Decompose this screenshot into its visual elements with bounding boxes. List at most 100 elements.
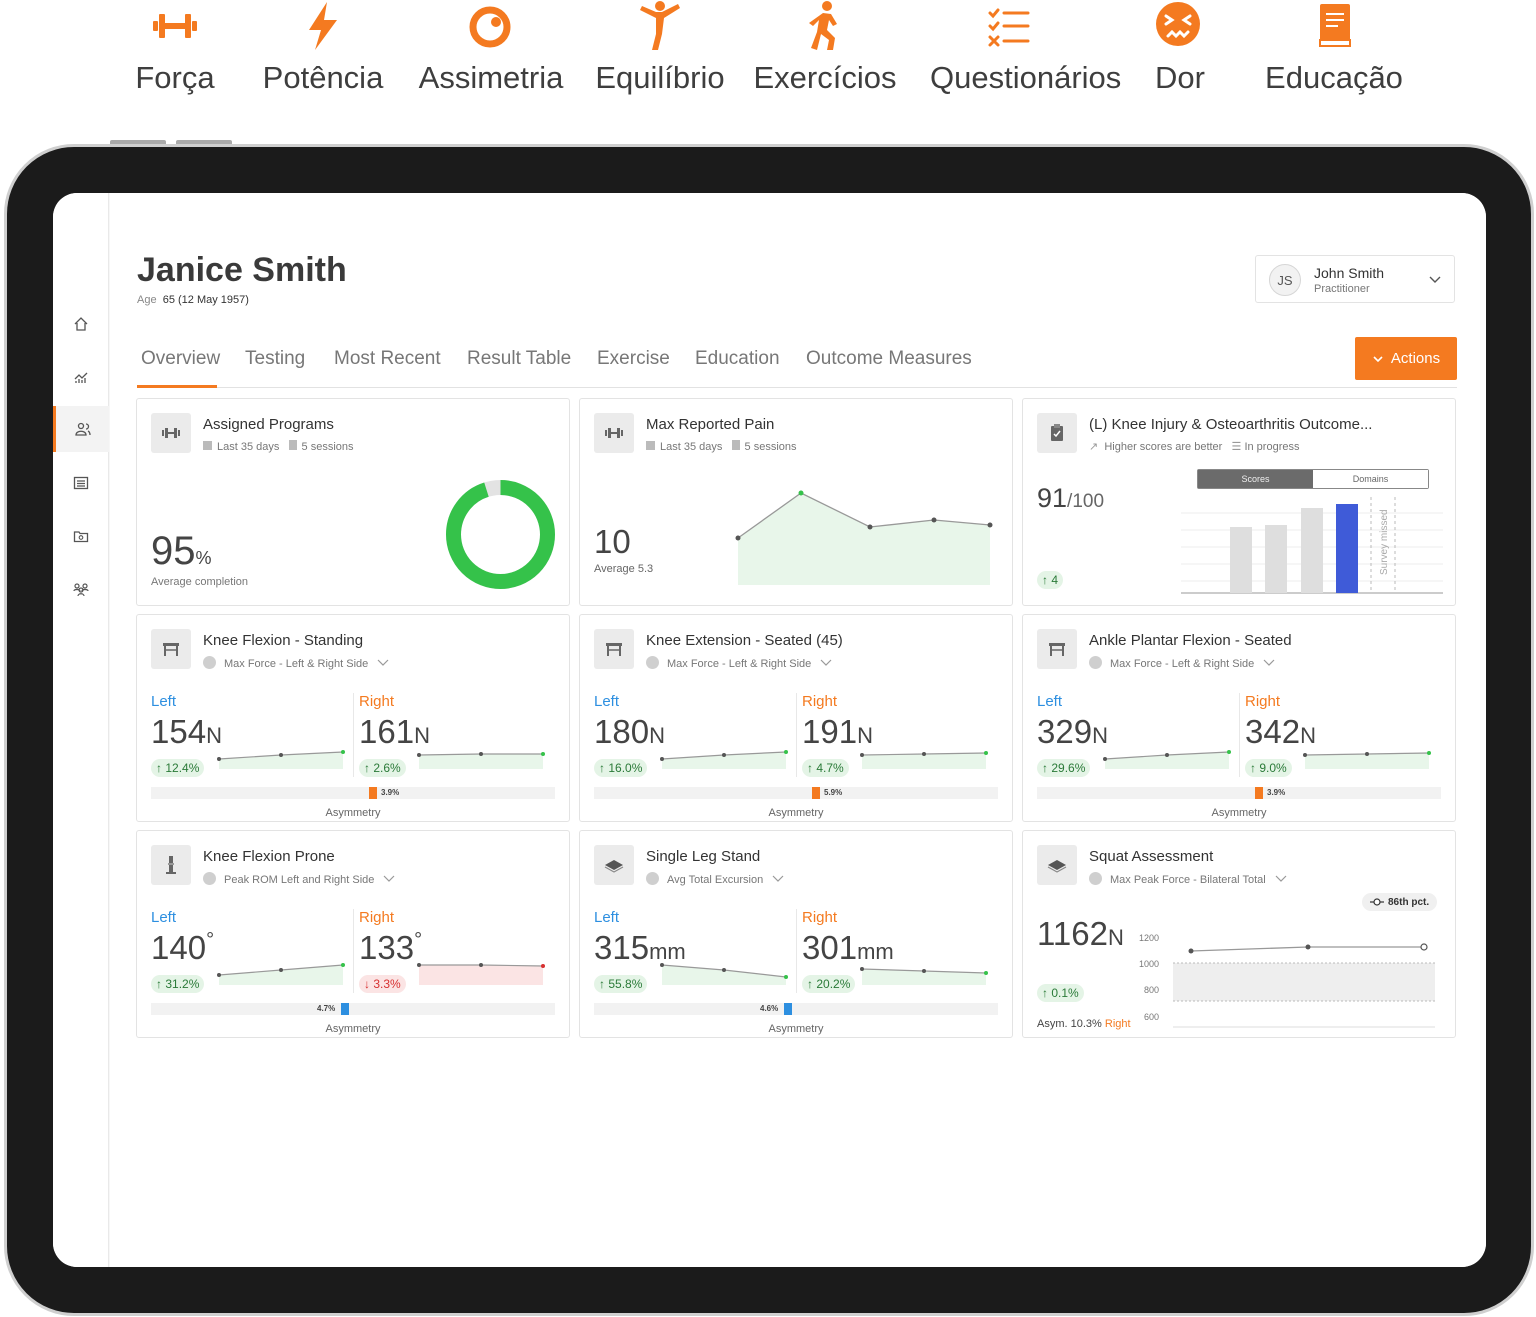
left-label: Left	[1037, 693, 1063, 710]
chevron-down-icon[interactable]	[820, 657, 832, 667]
sparkline-area	[419, 754, 543, 769]
tab-outcome-measures[interactable]: Outcome Measures	[806, 348, 972, 388]
card-test-3[interactable]: Ankle Plantar Flexion - Seated Max Force…	[1022, 614, 1456, 822]
completion-donut	[446, 480, 555, 589]
asymmetry-icon	[469, 6, 511, 48]
dumbbell-icon	[605, 428, 623, 438]
sidebar-item-team[interactable]	[53, 566, 109, 612]
tab-overview[interactable]: Overview	[137, 348, 220, 388]
card-subtitle: Peak ROM Left and Right Side	[203, 872, 395, 886]
right-number: 301	[802, 929, 858, 966]
right-delta-value: 2.6%	[373, 761, 401, 775]
asymmetry-track: 5.9%	[594, 787, 998, 799]
chevron-down-icon[interactable]	[1275, 873, 1287, 883]
right-sparkline	[417, 752, 545, 769]
sidebar	[53, 193, 109, 1267]
actions-button[interactable]: Actions	[1355, 337, 1457, 380]
chevron-down-icon[interactable]	[383, 873, 395, 883]
left-value: 140°	[151, 929, 214, 967]
card-subtitle: Max Force - Left & Right Side	[1089, 656, 1275, 670]
left-number: 154	[151, 713, 207, 750]
category-questionarios[interactable]: Questionários	[930, 0, 1121, 96]
tab-most-recent[interactable]: Most Recent	[334, 348, 441, 388]
pain-point	[931, 517, 937, 523]
left-number: 140	[151, 929, 207, 966]
pain-area	[738, 493, 990, 585]
pain-chart	[735, 490, 993, 585]
sidebar-item-patients[interactable]	[53, 406, 109, 452]
category-dor[interactable]: Dor	[1100, 0, 1260, 96]
category-potencia[interactable]: Potência	[243, 0, 403, 96]
period: Last 35 days	[660, 441, 723, 453]
left-label: Left	[151, 693, 177, 710]
dumbbell-icon	[153, 14, 197, 38]
sparkline-point	[860, 753, 864, 757]
card-icon-box	[151, 413, 191, 453]
user-menu[interactable]: JS John Smith Practitioner	[1255, 255, 1455, 303]
sidebar-item-analytics[interactable]	[53, 354, 109, 400]
analytics-icon	[74, 372, 88, 383]
left-number: 315	[594, 929, 650, 966]
category-forca[interactable]: Força	[95, 0, 255, 96]
metric-label: Max Force - Left & Right Side	[667, 658, 812, 670]
metric-icon	[1089, 656, 1102, 669]
asymmetry-caption: Asymmetry	[768, 1023, 824, 1035]
y-tick: 800	[1144, 985, 1160, 995]
card-test-4[interactable]: Knee Flexion Prone Peak ROM Left and Rig…	[136, 830, 570, 1038]
card-test-5[interactable]: Single Leg Stand Avg Total Excursion Lef…	[579, 830, 1013, 1038]
card-subtitle: Max Force - Left & Right Side	[646, 656, 832, 670]
asymmetry-value: 4.6%	[760, 1004, 779, 1013]
card-assigned-programs[interactable]: Assigned Programs Last 35 days 5 session…	[136, 398, 570, 606]
divider	[796, 909, 797, 993]
sparkline-point	[922, 969, 926, 973]
sparkline-point	[722, 753, 726, 757]
card-knee-injury-outcome[interactable]: (L) Knee Injury & Osteoarthritis Outcome…	[1022, 398, 1456, 606]
category-label: Equilíbrio	[595, 60, 725, 95]
pain-point	[867, 524, 873, 530]
sparkline-point	[341, 963, 345, 967]
tab-result-table[interactable]: Result Table	[467, 348, 571, 388]
sparkline-point	[417, 963, 421, 967]
chevron-down-icon[interactable]	[377, 657, 389, 667]
tab-testing[interactable]: Testing	[245, 348, 305, 388]
category-label: Educação	[1265, 60, 1403, 95]
tab-exercise[interactable]: Exercise	[597, 348, 670, 388]
card-max-reported-pain[interactable]: Max Reported Pain Last 35 days 5 session…	[579, 398, 1013, 606]
card-title: Max Reported Pain	[646, 416, 775, 433]
toggle-scores[interactable]: Scores	[1198, 470, 1313, 488]
right-number: 161	[359, 713, 415, 750]
left-sparkline	[660, 750, 788, 769]
koos-bar-chart: Survey missed	[1181, 497, 1443, 594]
koos-bar	[1230, 527, 1252, 593]
asymmetry-bar	[812, 787, 820, 799]
card-title: Assigned Programs	[203, 416, 334, 433]
donut-fill	[446, 480, 555, 589]
card-test-2[interactable]: Knee Extension - Seated (45) Max Force -…	[579, 614, 1013, 822]
tab-education[interactable]: Education	[695, 348, 780, 388]
toggle-domains[interactable]: Domains	[1313, 470, 1428, 488]
chevron-down-icon[interactable]	[1263, 657, 1275, 667]
sidebar-item-home[interactable]	[53, 301, 109, 347]
divider	[353, 909, 354, 993]
percentile-badge: 86th pct.	[1362, 893, 1438, 911]
category-educacao[interactable]: Educação	[1254, 0, 1414, 96]
chevron-down-icon[interactable]	[772, 873, 784, 883]
tab-bar: Overview Testing Most Recent Result Tabl…	[137, 348, 1457, 388]
y-tick: 600	[1144, 1012, 1160, 1022]
card-title: (L) Knee Injury & Osteoarthritis Outcome…	[1089, 416, 1373, 433]
sidebar-item-list[interactable]	[53, 460, 109, 506]
clipboard-icon	[1051, 424, 1063, 441]
right-delta-value: 4.7%	[816, 761, 844, 775]
metric-icon	[203, 872, 216, 885]
sparkline-point	[984, 751, 988, 755]
card-test-1[interactable]: Knee Flexion - Standing Max Force - Left…	[136, 614, 570, 822]
card-subtitle: Last 35 days 5 sessions	[646, 440, 797, 453]
card-squat-assessment[interactable]: Squat Assessment Max Peak Force - Bilate…	[1022, 830, 1456, 1038]
patient-name: Janice Smith	[137, 251, 347, 289]
metric-label: Max Force - Left & Right Side	[1110, 658, 1255, 670]
category-exercicios[interactable]: Exercícios	[745, 0, 905, 96]
category-assimetria[interactable]: Assimetria	[411, 0, 571, 96]
balance-figure-icon	[640, 1, 680, 50]
sidebar-item-folder[interactable]	[53, 513, 109, 559]
category-equilibrio[interactable]: Equilíbrio	[580, 0, 740, 96]
